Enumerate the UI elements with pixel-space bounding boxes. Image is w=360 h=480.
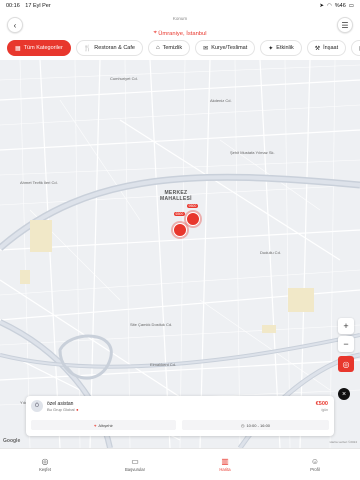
pin-price-tag: 9500 (187, 204, 198, 208)
status-date: 17 Eyl Per (25, 3, 51, 9)
compass-icon: ◎ (41, 457, 49, 466)
document-icon: ▭ (131, 457, 139, 466)
location-selector[interactable]: Konum ⌖ Ümraniye, İstanbul (120, 16, 240, 39)
tab-label: Keşfet (39, 467, 51, 472)
category-chip[interactable]: ▦ Tüm Kategoriler (7, 40, 71, 56)
status-bar: 00:16 17 Eyl Per ➤ ◠ %46 ▭ (0, 0, 360, 12)
chevron-left-icon: ‹ (13, 20, 17, 30)
category-chip[interactable]: ⚒ İnşaat (306, 40, 347, 56)
street-label: Elmalıkent Cd. (150, 362, 177, 367)
job-location: ⌖ Altışehir (31, 420, 176, 430)
map-pin-icon: ⌖ (94, 422, 97, 428)
category-chip-label: Temizlik (162, 45, 183, 51)
street-label: Şehit Mustafa Yılmaz Sk. (230, 150, 275, 155)
zoom-in-button[interactable]: + (338, 318, 354, 334)
grid-icon: ▦ (15, 45, 21, 52)
fork-knife-icon: 🍴 (83, 45, 92, 52)
tab-label: Harita (219, 467, 231, 472)
sliders-icon: ☰ (341, 20, 349, 30)
google-logo: Google (3, 438, 21, 444)
job-pin[interactable] (173, 223, 187, 237)
district-label: MERKEZ MAHALLESİ (160, 190, 192, 202)
avatar: Ö (31, 400, 43, 412)
map-canvas (0, 60, 360, 448)
broom-icon: ⌂ (155, 45, 160, 51)
map-view[interactable]: Cumhuriyet Cd. Akdeniz Cd. Ahmet Tevfik … (0, 60, 360, 448)
street-label: Cumhuriyet Cd. (110, 76, 138, 81)
location-caption: Konum (172, 16, 188, 21)
job-pin[interactable] (186, 212, 200, 226)
job-card[interactable]: Ö özel asistan Bu Grup Global ● €500 /gü… (26, 396, 334, 436)
bottom-tab-bar: ◎ Keşfet ▭ Başvurular ▥ Harita ☺ Profil (0, 448, 360, 480)
my-location-button[interactable]: ◎ (338, 356, 354, 372)
category-chip[interactable]: 🍴 Restoran & Cafe (75, 40, 143, 56)
tab-user[interactable]: ☺ Profil (270, 449, 360, 480)
back-button[interactable]: ‹ (7, 17, 23, 33)
company-name: Bu Grup Global (47, 407, 75, 412)
tab-compass[interactable]: ◎ Keşfet (0, 449, 90, 480)
location-arrow-icon: ➤ (319, 3, 324, 9)
job-time: ◷ 10:00 - 16:00 (182, 420, 329, 430)
crosshair-icon: ◎ (342, 359, 350, 369)
map-icon: ▥ (221, 457, 229, 466)
hammer-icon: ⚒ (314, 45, 321, 52)
category-chip-label: Restoran & Cafe (94, 45, 135, 51)
battery-level: %46 (334, 3, 346, 9)
district-line-2: MAHALLESİ (160, 196, 192, 202)
location-value: Ümraniye, İstanbul (158, 30, 207, 37)
job-location-label: Altışehir (98, 422, 113, 428)
user-icon: ☺ (310, 457, 320, 466)
filter-button[interactable]: ☰ (337, 17, 353, 33)
street-label: Akdeniz Cd. (210, 98, 232, 103)
map-attribution[interactable]: Harita verileri ©2024 (330, 440, 357, 444)
verified-badge-icon: ● (76, 407, 79, 412)
street-label: Ahmet Tevfik İleri Cd. (20, 180, 58, 185)
close-icon: × (341, 390, 347, 398)
tab-document[interactable]: ▭ Başvurular (90, 449, 180, 480)
tab-map[interactable]: ▥ Harita (180, 449, 270, 480)
plus-icon: + (343, 321, 349, 331)
minus-icon: − (343, 339, 349, 349)
tab-label: Başvurular (124, 467, 145, 472)
close-card-button[interactable]: × (338, 388, 350, 400)
category-chip-label: Kurye/Teslimat (211, 45, 248, 51)
job-price: €500 (315, 401, 328, 407)
category-chip[interactable]: ▣Perakende (351, 40, 360, 56)
street-label: Site Çamlık Dostluk Cd. (130, 322, 173, 327)
pin-price-tag: 6500 (174, 212, 185, 216)
wifi-icon: ◠ (326, 3, 332, 9)
category-chip-label: Etkinlik (276, 45, 294, 51)
status-time: 00:16 (6, 3, 20, 9)
clock-icon: ◷ (240, 422, 245, 428)
category-chip[interactable]: ⌂ Temizlik (147, 40, 191, 56)
battery-icon: ▭ (348, 3, 354, 9)
top-header: ‹ Konum ⌖ Ümraniye, İstanbul ☰ (0, 12, 360, 38)
category-chip[interactable]: ✉ Kurye/Teslimat (195, 40, 256, 56)
job-time-label: 10:00 - 16:00 (246, 422, 271, 428)
zoom-out-button[interactable]: − (338, 336, 354, 352)
category-chip-label: İnşaat (323, 45, 339, 51)
price-unit: /gün (321, 408, 328, 412)
category-chip[interactable]: ✦ Etkinlik (260, 40, 302, 56)
category-chip-label: Tüm Kategoriler (23, 45, 63, 51)
tab-label: Profil (310, 467, 320, 472)
map-pin-icon: ⌖ (153, 30, 157, 36)
delivery-icon: ✉ (203, 45, 209, 52)
street-label: Dudullu Cd. (260, 250, 281, 255)
category-chips: ▦ Tüm Kategoriler 🍴 Restoran & Cafe ⌂ Temizli… (7, 40, 360, 56)
party-icon: ✦ (268, 45, 274, 52)
